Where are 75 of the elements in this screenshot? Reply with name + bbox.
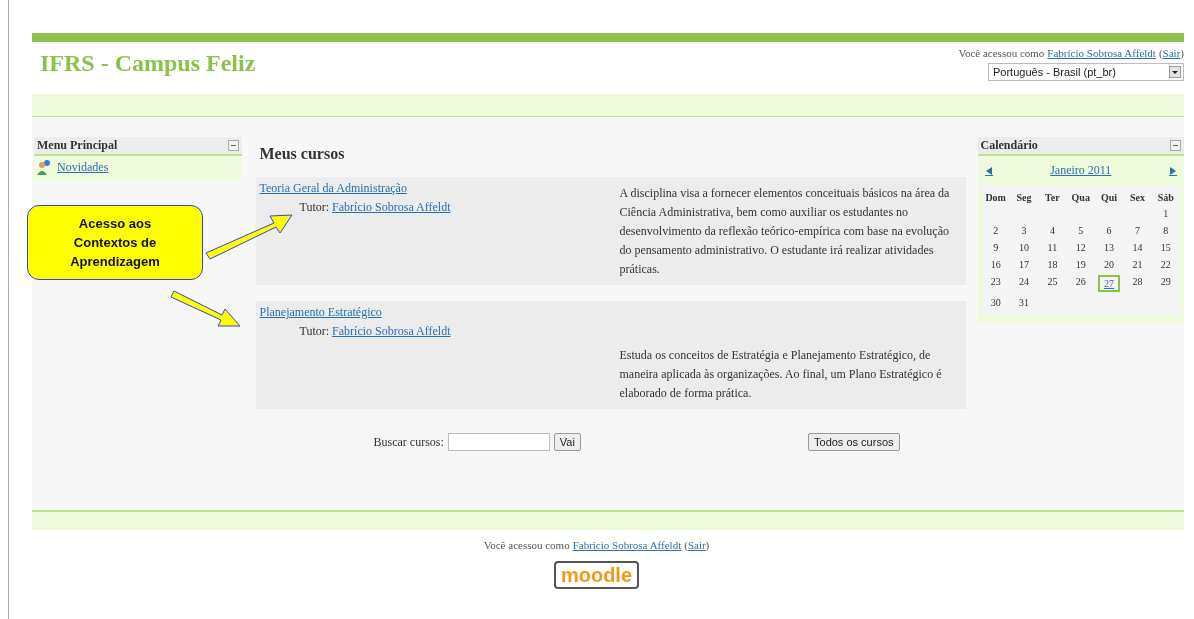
go-button[interactable]: Vai <box>553 433 581 451</box>
calendar-day: 11 <box>1043 241 1062 254</box>
callout-box: Acesso aos Contextos de Aprendizagem <box>27 205 203 280</box>
block-title: Calendário <box>980 138 1038 153</box>
calendar-day: 16 <box>986 258 1005 271</box>
calendar-day: 15 <box>1156 241 1175 254</box>
arrow-icon <box>204 211 294 261</box>
weekday-label: Qui <box>1100 192 1119 203</box>
parenthesis: ) <box>705 539 710 551</box>
logout-link[interactable]: Sair <box>1162 47 1181 59</box>
calendar-day: 9 <box>986 241 1005 254</box>
calendar-day: 22 <box>1156 258 1175 271</box>
calendar-day: 4 <box>1043 224 1062 237</box>
menu-link[interactable]: Novidades <box>57 159 109 175</box>
tutor-label: Tutor: <box>299 324 330 339</box>
calendar-day: 29 <box>1156 275 1175 292</box>
calendar-day: 28 <box>1128 275 1147 292</box>
calendar-day: 26 <box>1071 275 1090 292</box>
calendar-day: 30 <box>986 296 1005 309</box>
calendar-day: 14 <box>1128 241 1147 254</box>
logout-link[interactable]: Sair <box>687 539 706 551</box>
login-text: Você acessou como <box>483 539 570 551</box>
calendar-day: 17 <box>1015 258 1033 271</box>
course-description: A disciplina visa a fornecer elementos conceituais básicos na área da Ciência Administrativa, bem como auxiliar os estudantes no desenvolvimento da reflexão teórico-empírica com base na evolução do pensamento administrativo. O estudante irá realizar atividades práticas. <box>619 185 951 278</box>
calendar-day: 1 <box>1156 207 1175 220</box>
all-courses-button[interactable]: Todos os cursos <box>808 433 900 451</box>
arrow-icon <box>170 289 242 329</box>
user-link[interactable]: Fabrício Sobrosa Affeldt <box>572 539 682 551</box>
search-label: Buscar cursos: <box>373 434 444 450</box>
month-link[interactable]: Janeiro 2011 <box>1050 163 1112 178</box>
calendar-day: 24 <box>1015 275 1033 292</box>
course-link[interactable]: Teoria Geral da Administração <box>259 181 620 196</box>
calendar-day: 3 <box>1015 224 1033 237</box>
site-title: IFRS - Campus Feliz <box>39 49 256 78</box>
calendar-day: 7 <box>1128 224 1147 237</box>
tutor-link[interactable]: Fabrício Sobrosa Affeldt <box>332 200 451 215</box>
calendar-day: 21 <box>1128 258 1147 271</box>
calendar-day: 10 <box>1015 241 1033 254</box>
section-heading: Meus cursos <box>259 145 346 163</box>
calendar-day: 2 <box>986 224 1005 237</box>
calendar-day: 5 <box>1071 224 1090 237</box>
weekday-label: Seg <box>1015 192 1033 203</box>
tutor-label: Tutor: <box>299 200 330 215</box>
calendar-day: 31 <box>1015 296 1033 309</box>
search-field[interactable] <box>447 433 550 451</box>
course-description: Estuda os conceitos de Estratégia e Planejamento Estratégico, de maneira aplicada às organizações. Ao final, um Plano Estratégico é elaborado de forma prática. <box>619 347 943 402</box>
login-text: Você acessou como <box>958 47 1045 59</box>
calendar-day: 18 <box>1043 258 1062 271</box>
calendar-day: 6 <box>1100 224 1119 237</box>
next-month-icon[interactable] <box>1168 165 1178 176</box>
users-icon <box>37 159 53 175</box>
calendar-day: 25 <box>1043 275 1062 292</box>
weekday-label: Sáb <box>1156 192 1175 203</box>
calendar-day: 12 <box>1071 241 1090 254</box>
parenthesis: ( <box>1158 47 1163 59</box>
today-date[interactable]: 27 <box>1098 275 1121 292</box>
tutor-link[interactable]: Fabrício Sobrosa Affeldt <box>332 324 451 339</box>
calendar-day: 13 <box>1100 241 1119 254</box>
collapse-icon[interactable] <box>227 140 239 151</box>
weekday-label: Ter <box>1044 192 1061 203</box>
weekday-label: Qua <box>1070 192 1091 203</box>
collapse-icon[interactable] <box>1170 140 1181 151</box>
language-select[interactable]: Português - Brasil (pt_br) <box>988 63 1184 81</box>
calendar-day: 19 <box>1071 258 1090 271</box>
calendar-day: 8 <box>1156 224 1175 237</box>
user-link[interactable]: Fabrício Sobrosa Affeldt <box>1047 47 1156 59</box>
previous-month-icon[interactable] <box>983 165 994 176</box>
parenthesis: ( <box>684 539 688 551</box>
block-title: Menu Principal <box>37 138 118 153</box>
course-link[interactable]: Planejamento Estratégico <box>259 305 620 320</box>
weekday-label: Sex <box>1128 192 1146 203</box>
weekday-label: Dom <box>984 192 1007 203</box>
calendar-day: 20 <box>1100 258 1119 271</box>
parenthesis: ) <box>1180 47 1184 59</box>
calendar-day: 23 <box>986 275 1005 292</box>
